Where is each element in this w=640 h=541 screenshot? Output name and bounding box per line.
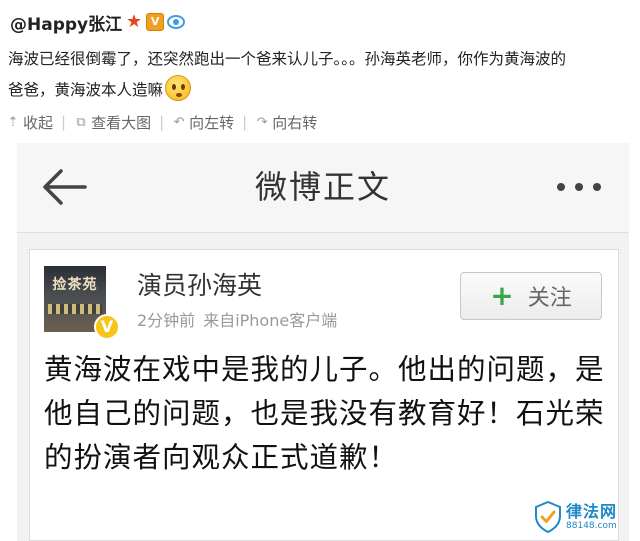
image-actions-bar: ⇡ 收起 | ⧉ 查看大图 | ↶ 向左转 | ↷ 向右转: [6, 110, 318, 134]
rotate-right-button[interactable]: ↷ 向右转: [255, 112, 317, 133]
view-large-image-button[interactable]: ⧉ 查看大图: [74, 112, 151, 133]
embarrassed-emoji-icon: [165, 75, 192, 101]
more-options-button[interactable]: [557, 177, 601, 197]
author-name[interactable]: 演员孙海英: [137, 270, 262, 302]
vip-badge-icon[interactable]: V: [146, 13, 165, 31]
weibo-repost: @Happy张江 ★ V 海波已经很倒霉了，还突然跑出一个爸来认儿子。。。孙海英…: [0, 0, 640, 140]
shield-logo-icon: [534, 500, 562, 534]
post-text: 海波已经很倒霉了，还突然跑出一个爸来认儿子。。。孙海英老师，你作为黄海波的 爸爸…: [8, 44, 630, 106]
watermark-text: 律法网 88148.com: [566, 501, 618, 532]
more-dots-icon: [593, 183, 601, 191]
watermark-url: 88148.com: [566, 520, 617, 531]
divider: |: [61, 113, 67, 131]
post-source: 来自iPhone客户端: [203, 311, 338, 330]
divider: |: [242, 113, 248, 131]
plus-icon: +: [490, 279, 514, 312]
post-meta: 2分钟前 来自iPhone客户端: [137, 310, 337, 332]
collapse-up-icon: ⇡: [7, 114, 19, 130]
star-badge-icon[interactable]: ★: [125, 13, 143, 31]
avatar-sign-text: 捡茶苑: [52, 277, 98, 293]
follow-label: 关注: [527, 286, 572, 311]
view-large-image-label: 查看大图: [91, 113, 152, 132]
post-body: 黄海波在戏中是我的儿子。他出的问题，是他自己的问题，也是我没有教育好！石光荣的扮…: [44, 353, 605, 474]
rotate-right-label: 向右转: [272, 113, 318, 132]
poster-line: @Happy张江 ★ V: [10, 8, 186, 36]
avatar-lights: [48, 304, 102, 314]
divider: |: [159, 113, 165, 131]
post-text-line-1: 海波已经很倒霉了，还突然跑出一个爸来认儿子。。。孙海英老师，你作为黄海波的: [8, 50, 567, 68]
rotate-left-button[interactable]: ↶ 向左转: [172, 112, 234, 133]
collapse-label: 收起: [23, 113, 54, 132]
more-dots-icon: [557, 183, 565, 191]
eye-badge-icon[interactable]: [167, 15, 186, 29]
site-watermark: 律法网 88148.com: [534, 499, 634, 535]
follow-button[interactable]: + 关注: [460, 272, 602, 320]
post-text-line-2-content: 爸爸，黄海波本人造嘛: [8, 81, 164, 99]
nav-title: 微博正文: [254, 168, 391, 206]
weibo-post-card: 捡茶苑 V 演员孙海英 2分钟前 来自iPhone客户端 + 关注 黄海波在戏中是…: [29, 249, 619, 541]
embedded-weibo-screenshot: 微博正文 捡茶苑 V 演员孙海英 2分钟前 来自iPhone客户端 + 关注 黄海…: [17, 143, 629, 541]
watermark-title: 律法网: [566, 501, 618, 521]
rotate-left-icon: ↶: [173, 114, 185, 130]
view-image-icon: ⧉: [76, 114, 86, 130]
collapse-button[interactable]: ⇡ 收起: [6, 112, 53, 133]
post-text-line-2: 爸爸，黄海波本人造嘛: [8, 75, 630, 106]
verified-v-icon: V: [94, 314, 120, 340]
poster-name[interactable]: @Happy张江: [10, 10, 122, 35]
more-dots-icon: [575, 183, 583, 191]
post-time: 2分钟前: [137, 311, 196, 330]
rotate-left-label: 向左转: [189, 113, 235, 132]
rotate-right-icon: ↷: [256, 114, 268, 130]
nav-bar: 微博正文: [17, 143, 629, 233]
